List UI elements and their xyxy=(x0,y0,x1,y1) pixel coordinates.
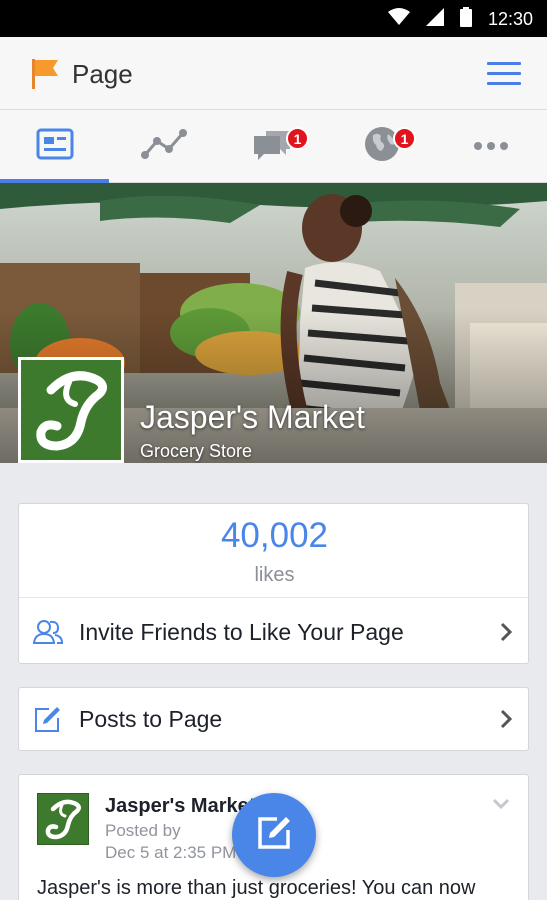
invite-friends-label: Invite Friends to Like Your Page xyxy=(79,619,404,645)
compose-fab-button[interactable] xyxy=(232,793,316,877)
chevron-down-icon[interactable] xyxy=(492,797,510,815)
post-author[interactable]: Jasper's Market xyxy=(105,795,255,818)
status-bar: 12:30 xyxy=(0,0,547,37)
divider xyxy=(19,597,528,598)
page-title: Page xyxy=(72,59,133,89)
cover-photo[interactable]: Jasper's Market Grocery Store xyxy=(0,183,547,463)
chevron-right-icon xyxy=(500,709,513,734)
menu-button[interactable] xyxy=(487,62,521,86)
compose-icon xyxy=(255,814,293,857)
likes-card: 40,002 likes Invite Friends to Like Your… xyxy=(18,503,529,664)
post-avatar[interactable] xyxy=(37,793,89,845)
invite-friends-row[interactable]: Invite Friends to Like Your Page xyxy=(19,601,528,663)
post-text: Jasper's is more than just groceries! Yo… xyxy=(37,877,476,899)
tab-bar: 1 1 xyxy=(0,110,547,184)
posts-to-page-row[interactable]: Posts to Page xyxy=(19,688,528,750)
jaspers-logo xyxy=(21,360,121,460)
notifications-badge: 1 xyxy=(393,127,416,150)
chevron-right-icon xyxy=(500,622,513,647)
friends-icon xyxy=(32,619,64,650)
post-meta-posted-by: Posted by xyxy=(105,821,181,840)
likes-count[interactable]: 40,002 xyxy=(19,516,530,556)
likes-label: likes xyxy=(254,564,295,586)
page-name: Jasper's Market xyxy=(140,399,365,435)
compose-icon xyxy=(33,706,61,739)
signal-icon xyxy=(425,8,444,31)
posts-to-page-label: Posts to Page xyxy=(79,706,223,732)
page-card-icon xyxy=(36,128,74,165)
more-dots-icon xyxy=(473,138,509,156)
line-graph-icon xyxy=(139,127,189,166)
wifi-icon xyxy=(387,8,410,31)
clock: 12:30 xyxy=(487,9,533,29)
jaspers-logo xyxy=(38,794,88,844)
battery-icon xyxy=(459,7,472,32)
tab-insights[interactable] xyxy=(109,110,218,183)
posts-to-page-card: Posts to Page xyxy=(18,687,529,751)
tab-overview[interactable] xyxy=(0,110,109,184)
messages-badge: 1 xyxy=(286,127,309,150)
flag-icon xyxy=(30,57,60,96)
tab-notifications[interactable]: 1 xyxy=(327,110,436,183)
post-timestamp[interactable]: Dec 5 at 2:35 PM xyxy=(105,843,236,863)
profile-picture[interactable] xyxy=(18,357,124,463)
tab-messages[interactable]: 1 xyxy=(218,110,327,183)
tab-more[interactable] xyxy=(436,110,545,183)
app-bar: Page xyxy=(0,37,547,110)
hamburger-icon xyxy=(487,62,521,65)
page-category: Grocery Store xyxy=(140,441,253,461)
